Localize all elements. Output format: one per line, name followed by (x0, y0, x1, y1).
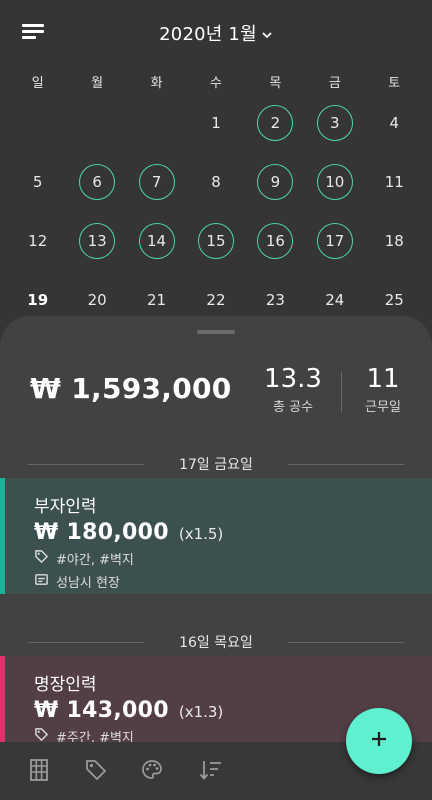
weekday-label: 일 (31, 76, 44, 91)
calendar-week-row: 1234 (8, 103, 424, 142)
calendar-day[interactable]: 24 (317, 282, 353, 318)
calendar-cell[interactable]: 21 (127, 280, 186, 319)
entry-tags: #야간, #벽지 (56, 553, 134, 568)
calendar-cell[interactable]: 13 (67, 221, 126, 260)
calendar-cell[interactable]: 25 (365, 280, 424, 319)
calendar-cell[interactable]: 18 (365, 221, 424, 260)
weekday-label: 월 (91, 76, 104, 91)
units-stat: 13.3 총 공수 (256, 364, 330, 415)
stat-divider (341, 372, 342, 412)
calendar-cell[interactable]: 20 (67, 280, 126, 319)
calendar-day[interactable]: 22 (198, 282, 234, 318)
date-separator: 16일 목요일 (28, 632, 404, 652)
calendar-cell[interactable]: 22 (186, 280, 245, 319)
calendar-cell[interactable]: 15 (186, 221, 245, 260)
calendar-grid-icon[interactable] (28, 758, 52, 782)
calendar-cell[interactable]: 14 (127, 221, 186, 260)
calendar-cell[interactable]: 2 (246, 103, 305, 142)
total-amount: ₩ 1,593,000 (30, 372, 232, 405)
weekday-header: 일 월 화 수 목 금 토 (8, 72, 424, 96)
plus-icon (369, 729, 389, 753)
calendar-day[interactable]: 4 (376, 105, 412, 141)
top-bar: 2020년 1월 (0, 0, 432, 64)
calendar-cell[interactable]: 1 (186, 103, 245, 142)
calendar-day[interactable]: 5 (20, 164, 56, 200)
calendar-day[interactable]: 18 (376, 223, 412, 259)
date-separator: 17일 금요일 (28, 454, 404, 474)
calendar-day[interactable]: 23 (257, 282, 293, 318)
calendar-day[interactable]: 6 (79, 163, 116, 200)
calendar-cell[interactable]: 8 (186, 162, 245, 201)
tag-icon[interactable] (84, 758, 108, 782)
month-selector[interactable]: 2020년 1월 (0, 20, 432, 46)
entry-note: 성남시 현장 (56, 576, 120, 591)
weekday-label: 금 (328, 76, 341, 91)
weekday-label: 수 (209, 76, 222, 91)
entry-multiplier: (x1.3) (178, 703, 224, 721)
sort-icon[interactable] (198, 758, 222, 782)
calendar-cell[interactable]: 11 (365, 162, 424, 201)
month-title: 2020년 1월 (159, 24, 257, 45)
calendar-cell (67, 103, 126, 142)
drag-handle[interactable] (197, 330, 235, 334)
calendar-day[interactable]: 15 (197, 222, 234, 259)
calendar-cell[interactable]: 6 (67, 162, 126, 201)
calendar-cell (127, 103, 186, 142)
calendar-week-row: 12 13 14 15 16 17 18 (8, 221, 424, 260)
entry-color-bar (0, 656, 5, 756)
weekday-label: 목 (269, 76, 282, 91)
calendar-cell[interactable]: 12 (8, 221, 67, 260)
calendar-cell (8, 103, 67, 142)
calendar-cell[interactable]: 4 (365, 103, 424, 142)
calendar-day[interactable]: 10 (316, 163, 353, 200)
note-icon (34, 572, 56, 591)
units-label: 총 공수 (272, 400, 313, 415)
calendar-week-row: 19 20 21 22 23 24 25 (8, 280, 424, 319)
days-stat: 11 근무일 (352, 364, 414, 415)
calendar-cell[interactable]: 24 (305, 280, 364, 319)
calendar-day[interactable]: 7 (138, 163, 175, 200)
days-label: 근무일 (365, 400, 401, 415)
calendar-cell[interactable]: 10 (305, 162, 364, 201)
entry-amount: ₩ 143,000 (34, 698, 169, 723)
entry-title: 명장인력 (34, 675, 97, 695)
calendar-week-row: 5 6 7 8 9 10 11 (8, 162, 424, 201)
tag-icon (34, 549, 56, 568)
palette-icon[interactable] (140, 758, 164, 782)
weekday-label: 화 (150, 76, 163, 91)
calendar-day[interactable]: 14 (138, 222, 175, 259)
calendar-day[interactable]: 12 (20, 223, 56, 259)
calendar-day[interactable]: 19 (20, 282, 56, 318)
calendar-cell[interactable]: 7 (127, 162, 186, 201)
calendar-day[interactable]: 21 (139, 282, 175, 318)
calendar-cell[interactable]: 3 (305, 103, 364, 142)
calendar-day[interactable]: 1 (198, 105, 234, 141)
calendar-cell[interactable]: 16 (246, 221, 305, 260)
calendar-day[interactable]: 17 (316, 222, 353, 259)
calendar-day[interactable]: 9 (257, 163, 294, 200)
calendar-day[interactable]: 11 (376, 164, 412, 200)
calendar-day[interactable]: 16 (257, 222, 294, 259)
days-value: 11 (366, 364, 400, 394)
entry-amount: ₩ 180,000 (34, 520, 169, 545)
calendar-cell[interactable]: 5 (8, 162, 67, 201)
calendar-cell[interactable]: 19 (8, 280, 67, 319)
calendar-day[interactable]: 25 (376, 282, 412, 318)
entry-color-bar (0, 478, 5, 594)
add-entry-button[interactable] (346, 708, 412, 774)
calendar-cell[interactable]: 9 (246, 162, 305, 201)
entry-title: 부자인력 (34, 497, 97, 517)
weekday-label: 토 (388, 76, 401, 91)
units-value: 13.3 (264, 364, 322, 394)
entry-multiplier: (x1.5) (178, 525, 224, 543)
calendar-cell[interactable]: 23 (246, 280, 305, 319)
calendar-day[interactable]: 2 (257, 104, 294, 141)
calendar-cell[interactable]: 17 (305, 221, 364, 260)
calendar-day[interactable]: 8 (198, 164, 234, 200)
calendar-day[interactable]: 20 (79, 282, 115, 318)
calendar-day[interactable]: 13 (79, 222, 116, 259)
work-entry[interactable]: 부자인력 ₩ 180,000 (x1.5) #야간, #벽지 성남시 현장 (0, 478, 432, 594)
chevron-down-icon (261, 25, 273, 46)
calendar-day[interactable]: 3 (316, 104, 353, 141)
